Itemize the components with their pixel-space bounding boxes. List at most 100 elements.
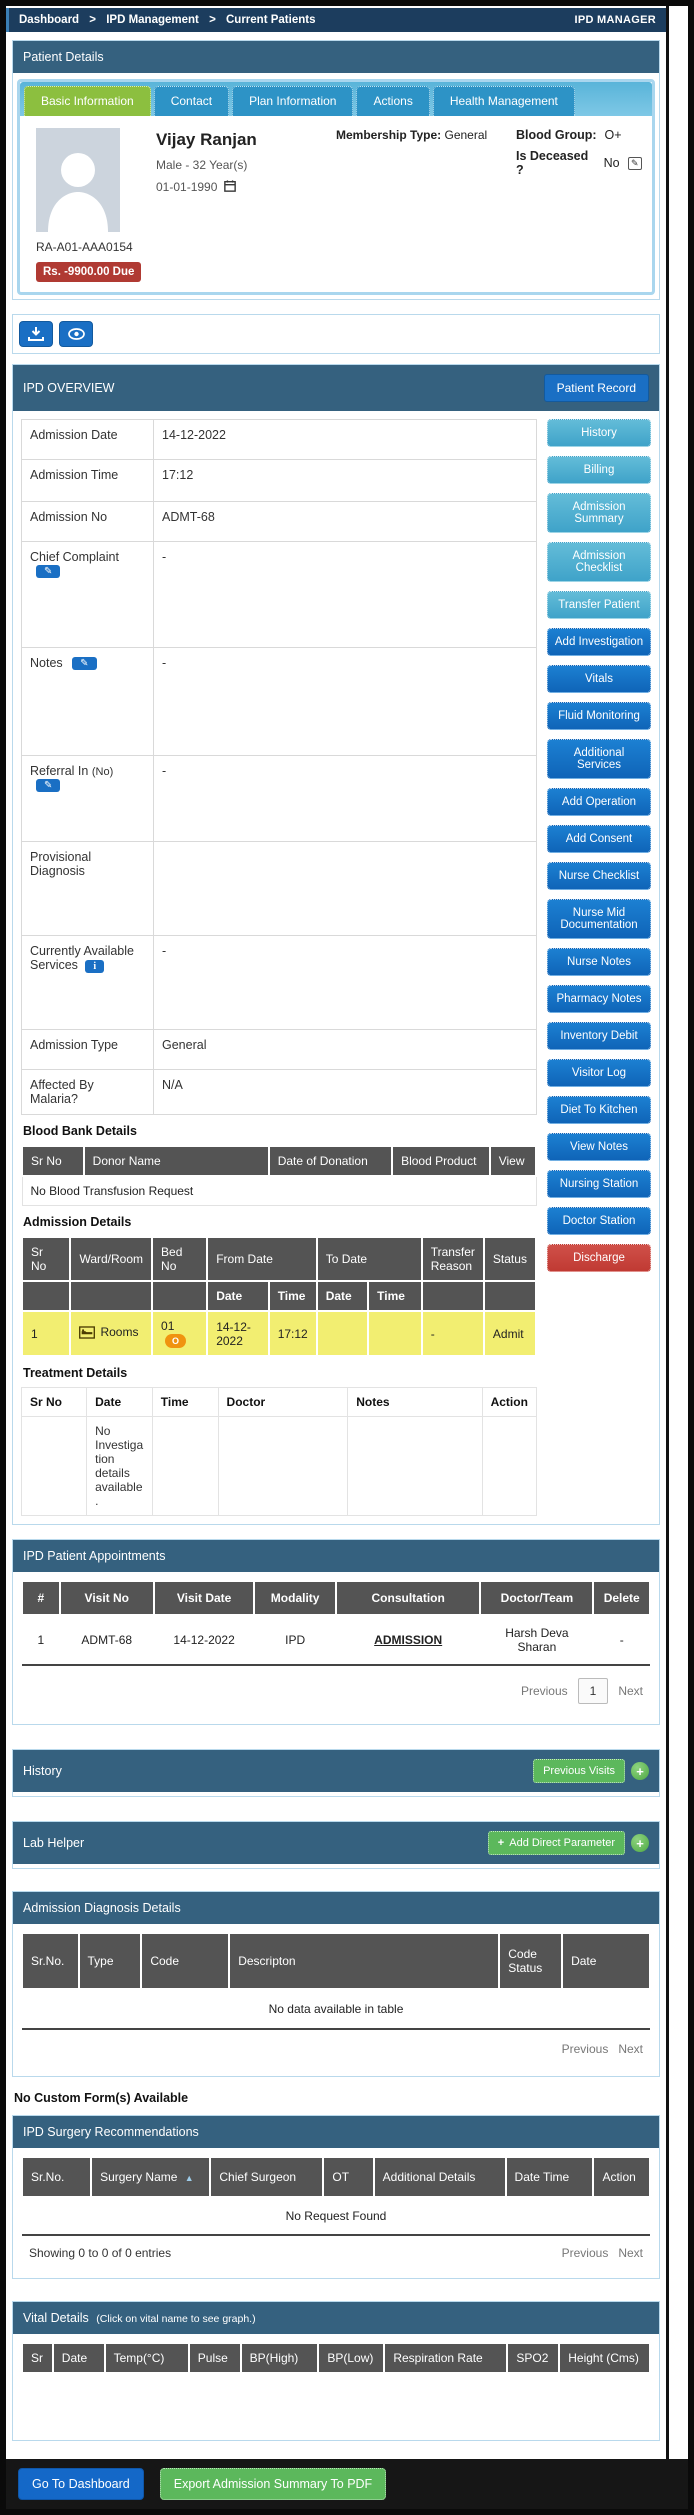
add-operation-button[interactable]: Add Operation [547, 788, 651, 816]
nurse-checklist-button[interactable]: Nurse Checklist [547, 862, 651, 890]
inventory-debit-button[interactable]: Inventory Debit [547, 1022, 651, 1050]
column-header-respiration[interactable]: Respiration Rate [383, 2342, 509, 2374]
column-header-surgery-name[interactable]: Surgery Name ▲ [90, 2156, 212, 2198]
edit-deceased-icon[interactable]: ✎ [627, 156, 642, 170]
billing-button[interactable]: Billing [547, 456, 651, 484]
field-label: Admission Time [21, 459, 154, 502]
column-header-bp-high[interactable]: BP(High) [239, 2342, 320, 2374]
column-header-spo2[interactable]: SPO2 [506, 2342, 561, 2374]
tab-actions[interactable]: Actions [356, 86, 430, 116]
column-header: Ward/Room [69, 1236, 154, 1282]
doctor-station-button[interactable]: Doctor Station [547, 1207, 651, 1235]
vitals-title: Vital Details (Click on vital name to se… [23, 2311, 256, 2325]
nurse-notes-button[interactable]: Nurse Notes [547, 948, 651, 976]
history-title: History [23, 1764, 62, 1778]
membership-label: Membership Type: [336, 128, 442, 142]
add-consent-button[interactable]: Add Consent [547, 825, 651, 853]
breadcrumb-dashboard[interactable]: Dashboard [19, 14, 79, 26]
pharmacy-notes-button[interactable]: Pharmacy Notes [547, 985, 651, 1013]
column-header-height[interactable]: Height (Cms) [558, 2342, 651, 2374]
add-direct-parameter-button[interactable]: + Add Direct Parameter [487, 1831, 625, 1855]
admission-to-date [315, 1310, 370, 1357]
person-silhouette-icon [48, 153, 108, 232]
tab-plan-information[interactable]: Plan Information [232, 86, 354, 116]
surgery-empty-text: No Request Found [22, 2197, 650, 2236]
tab-basic-information[interactable]: Basic Information [24, 86, 151, 116]
edit-chief-complaint-icon[interactable]: ✎ [36, 565, 61, 579]
download-button[interactable] [19, 321, 53, 347]
bed-status-badge[interactable]: O [165, 1334, 187, 1348]
previous-page-link[interactable]: Previous [562, 2246, 609, 2260]
column-header: Date [51, 2342, 106, 2374]
view-notes-button[interactable]: View Notes [547, 1133, 651, 1161]
diet-to-kitchen-button[interactable]: Diet To Kitchen [547, 1096, 651, 1124]
services-info-icon[interactable]: i [85, 960, 105, 973]
column-header-spacer [20, 1280, 72, 1312]
nursing-station-button[interactable]: Nursing Station [547, 1170, 651, 1198]
treatment-empty-text: No Investigation details available. [86, 1416, 153, 1516]
appt-visit-date: 14-12-2022 [153, 1615, 255, 1666]
previous-page-link[interactable]: Previous [562, 2042, 609, 2056]
tab-contact[interactable]: Contact [153, 86, 230, 116]
page-number-button[interactable]: 1 [577, 1678, 609, 1704]
patient-dob: 01-01-1990 [156, 180, 336, 194]
column-header: Transfer Reason [420, 1236, 485, 1282]
ipd-overview-panel: IPD OVERVIEW Patient Record Admission Da… [12, 364, 660, 1525]
column-subheader: Date [206, 1280, 270, 1312]
breadcrumb-ipd-management[interactable]: IPD Management [106, 14, 199, 26]
next-page-link[interactable]: Next [618, 2246, 643, 2260]
patient-id: RA-A01-AAA0154 [36, 240, 133, 254]
edit-referral-icon[interactable]: ✎ [36, 779, 61, 793]
history-button[interactable]: History [547, 419, 651, 447]
column-header-pulse[interactable]: Pulse [187, 2342, 242, 2374]
overview-fields-table: Admission Date 14-12-2022 Admission Time 1… [21, 419, 537, 1115]
diagnosis-title: Admission Diagnosis Details [23, 1901, 181, 1915]
column-header: OT [322, 2156, 375, 2198]
admission-from-date: 14-12-2022 [206, 1310, 270, 1357]
nurse-mid-documentation-button[interactable]: Nurse Mid Documentation [547, 899, 651, 939]
admission-summary-button[interactable]: Admission Summary [547, 493, 651, 533]
column-header: Action [592, 2156, 651, 2198]
column-header-temp[interactable]: Temp(°C) [103, 2342, 190, 2374]
edit-notes-icon[interactable]: ✎ [72, 657, 97, 671]
view-button[interactable] [59, 321, 93, 347]
additional-services-button[interactable]: Additional Services [547, 739, 651, 779]
column-header-bp-low[interactable]: BP(Low) [317, 2342, 386, 2374]
diagnosis-table: Sr.No. Type Code Descripton Code Status … [21, 1932, 651, 2030]
fluid-monitoring-button[interactable]: Fluid Monitoring [547, 702, 651, 730]
transfer-patient-button[interactable]: Transfer Patient [547, 591, 651, 619]
add-investigation-button[interactable]: Add Investigation [547, 628, 651, 656]
expand-history-icon[interactable]: + [631, 1762, 649, 1780]
role-label: IPD MANAGER [574, 14, 656, 26]
patient-record-button[interactable]: Patient Record [543, 374, 649, 402]
previous-visits-button[interactable]: Previous Visits [533, 1759, 625, 1783]
vitals-button[interactable]: Vitals [547, 665, 651, 693]
expand-lab-helper-icon[interactable]: + [631, 1834, 649, 1852]
column-header: Date of Donation [267, 1145, 394, 1177]
diagnosis-empty-text: No data available in table [268, 2002, 404, 2016]
blood-group-value: O+ [604, 128, 622, 142]
appointment-row: 1 ADMT-68 14-12-2022 IPD ADMISSION Harsh… [22, 1615, 650, 1666]
blood-bank-title: Blood Bank Details [23, 1124, 137, 1138]
blood-group-label: Blood Group: [516, 128, 597, 142]
breadcrumb: Dashboard > IPD Management > Current Pat… [19, 14, 315, 26]
eye-icon [67, 328, 85, 340]
next-page-link[interactable]: Next [618, 1684, 643, 1698]
scrollbar-track[interactable] [666, 6, 688, 2459]
field-label: Affected By Malaria? [21, 1069, 154, 1115]
discharge-button[interactable]: Discharge [547, 1244, 651, 1272]
breadcrumb-separator: > [209, 14, 216, 26]
visitor-log-button[interactable]: Visitor Log [547, 1059, 651, 1087]
calendar-icon[interactable] [223, 180, 236, 192]
admission-checklist-button[interactable]: Admission Checklist [547, 542, 651, 582]
next-page-link[interactable]: Next [618, 2042, 643, 2056]
go-to-dashboard-button[interactable]: Go To Dashboard [18, 2468, 144, 2500]
export-admission-summary-button[interactable]: Export Admission Summary To PDF [159, 2468, 387, 2500]
tab-health-management[interactable]: Health Management [432, 86, 575, 116]
admission-consultation-link[interactable]: ADMISSION [374, 1633, 442, 1647]
previous-page-link[interactable]: Previous [521, 1684, 568, 1698]
empty-cell [20, 1416, 88, 1516]
breadcrumb-current-patients[interactable]: Current Patients [226, 14, 315, 26]
column-header: Additional Details [372, 2156, 507, 2198]
column-header: Sr No [21, 1145, 85, 1177]
